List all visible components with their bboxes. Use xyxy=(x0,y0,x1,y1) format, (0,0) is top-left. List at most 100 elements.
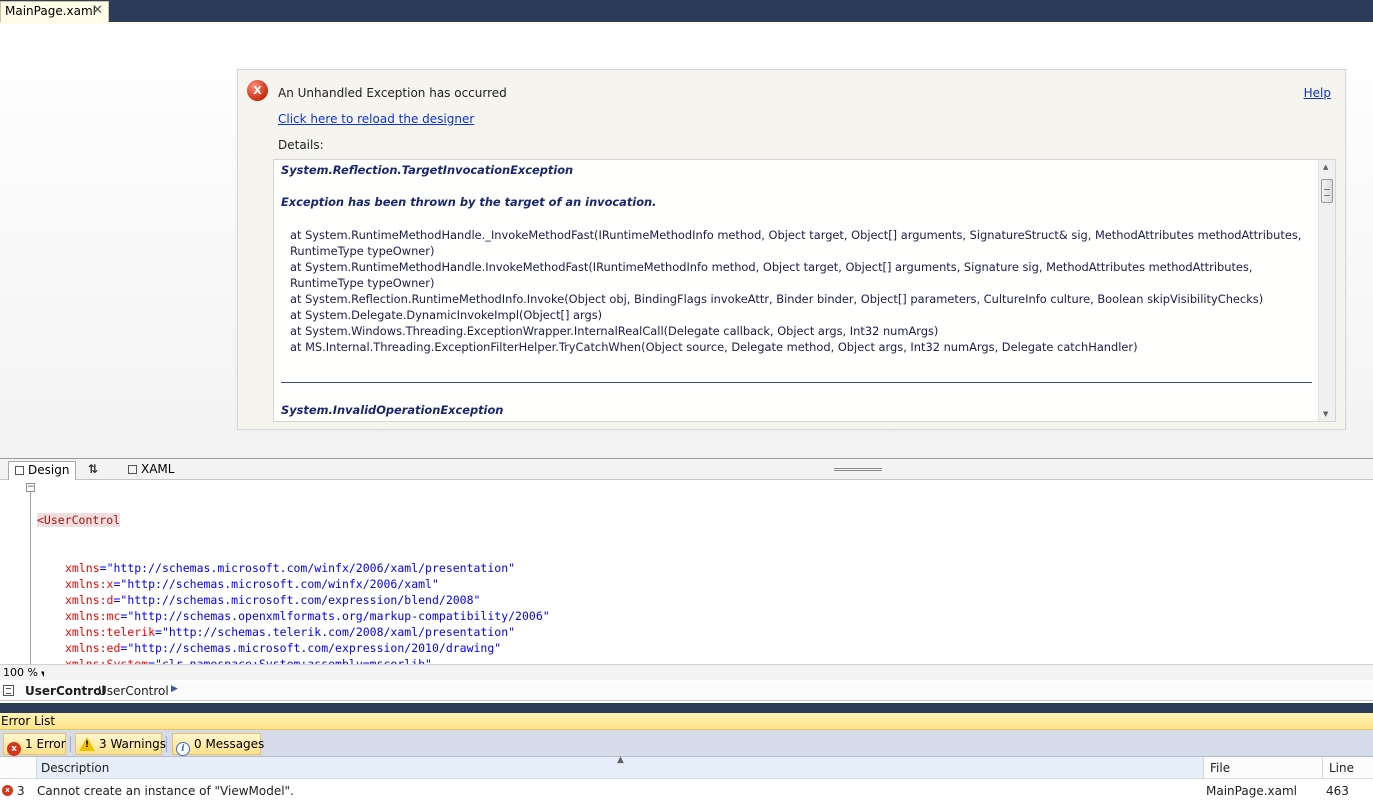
xaml-view-icon xyxy=(128,465,137,474)
stack-trace-line: at System.Windows.Threading.ExceptionWra… xyxy=(290,324,939,338)
column-description[interactable]: ▲ Description xyxy=(36,755,1204,778)
toolbar-separator xyxy=(166,736,167,752)
xaml-equals: = xyxy=(99,561,107,575)
collapse-outline-icon[interactable]: − xyxy=(26,483,35,492)
xaml-attribute-value: "http://schemas.telerik.com/2008/xaml/pr… xyxy=(161,625,516,639)
exception-message: Exception has been thrown by the target … xyxy=(281,195,657,209)
tab-design[interactable]: Design xyxy=(8,461,77,480)
scrollbar-thumb[interactable] xyxy=(1321,179,1333,203)
xaml-attribute-name: xmlns:telerik xyxy=(65,625,156,639)
tab-xaml[interactable]: XAML xyxy=(122,461,180,480)
warnings-filter-button[interactable]: ! 3 Warnings xyxy=(75,733,166,755)
document-tab-strip: MainPage.xaml ✕ xyxy=(0,0,1373,22)
xaml-attribute-name: xmlns:mc xyxy=(65,609,121,623)
document-tab[interactable]: MainPage.xaml ✕ xyxy=(0,1,109,22)
editor-gutter xyxy=(0,480,18,664)
document-outline-icon[interactable] xyxy=(3,685,14,696)
column-description-label: Description xyxy=(41,761,110,775)
error-list-bottom xyxy=(0,802,1373,807)
column-file[interactable]: File xyxy=(1210,761,1230,775)
xaml-code-line: xmlns:d="http://schemas.microsoft.com/ex… xyxy=(37,592,647,608)
editor-zoom-bar: 100 %▼ xyxy=(0,664,1373,680)
toolbar-separator xyxy=(70,736,71,752)
warnings-filter-label: 3 Warnings xyxy=(99,737,167,751)
details-label: Details: xyxy=(278,138,324,152)
design-view-icon xyxy=(15,466,24,475)
xaml-editor[interactable]: − <UserControl xmlns="http://schemas.mic… xyxy=(0,480,1373,664)
editor-horizontal-scrollbar[interactable] xyxy=(44,667,1373,679)
breadcrumb-element[interactable]: UserControl xyxy=(25,684,106,698)
xaml-attribute-value: "http://schemas.microsoft.com/winfx/2006… xyxy=(106,561,516,575)
stack-trace-line: at System.RuntimeMethodHandle.InvokeMeth… xyxy=(290,260,1253,290)
exception-separator xyxy=(281,382,1312,383)
panel-divider[interactable] xyxy=(0,703,1373,713)
breadcrumb-type[interactable]: UserControl xyxy=(98,684,169,698)
details-vertical-scrollbar[interactable]: ▲ ▼ xyxy=(1318,160,1335,421)
unhandled-exception-panel: X An Unhandled Exception has occurred He… xyxy=(237,69,1346,430)
xaml-attribute-name: xmlns:ed xyxy=(65,641,121,655)
xaml-root-tag: <UserControl xyxy=(37,513,121,527)
error-icon: x xyxy=(7,742,21,756)
swap-panes-icon[interactable]: ⇅ xyxy=(88,462,98,476)
sort-ascending-icon: ▲ xyxy=(617,755,624,765)
column-separator[interactable] xyxy=(1322,757,1323,779)
xaml-equals: = xyxy=(155,625,162,639)
xaml-code-line: xmlns:mc="http://schemas.openxmlformats.… xyxy=(37,608,647,624)
error-icon: x xyxy=(2,785,13,796)
design-xaml-split-bar: Design ⇅ XAML xyxy=(0,458,1373,480)
column-line[interactable]: Line xyxy=(1329,761,1354,775)
error-description: Cannot create an instance of "ViewModel"… xyxy=(37,784,294,798)
xaml-code-line: xmlns:telerik="http://schemas.telerik.co… xyxy=(37,624,647,640)
xaml-attribute-value: "http://schemas.microsoft.com/winfx/2006… xyxy=(120,577,439,591)
designer-surface: X An Unhandled Exception has occurred He… xyxy=(0,24,1373,458)
xaml-code: <UserControl xmlns="http://schemas.micro… xyxy=(37,480,647,664)
xaml-attribute-name: xmlns xyxy=(65,561,100,575)
stack-trace-line: at System.RuntimeMethodHandle._InvokeMet… xyxy=(290,228,1302,258)
chevron-right-icon[interactable]: ▶ xyxy=(171,684,178,694)
xaml-attribute-value: "http://schemas.microsoft.com/expression… xyxy=(127,641,502,655)
help-link[interactable]: Help xyxy=(1304,86,1331,100)
xaml-code-line: xmlns:x="http://schemas.microsoft.com/wi… xyxy=(37,576,647,592)
reload-designer-link[interactable]: Click here to reload the designer xyxy=(278,112,474,126)
xaml-attribute-name: xmlns:x xyxy=(65,577,114,591)
close-icon[interactable]: ✕ xyxy=(92,3,103,18)
document-tab-title: MainPage.xaml xyxy=(5,4,96,18)
scroll-down-icon[interactable]: ▼ xyxy=(1323,410,1328,418)
error-list-title: Error List xyxy=(0,713,1373,730)
messages-filter-button[interactable]: i 0 Messages xyxy=(172,733,265,756)
xaml-equals: = xyxy=(148,657,156,664)
xaml-attribute-value: "clr-namespace:System;assembly=mscorlib" xyxy=(155,657,432,664)
xaml-code-line: xmlns:ed="http://schemas.microsoft.com/e… xyxy=(37,640,647,656)
tab-design-label: Design xyxy=(28,463,70,477)
table-row[interactable]: x 3 Cannot create an instance of "ViewMo… xyxy=(0,780,1373,802)
exception-title: An Unhandled Exception has occurred xyxy=(278,86,507,100)
error-line: 463 xyxy=(1326,784,1349,798)
scroll-up-icon[interactable]: ▲ xyxy=(1323,163,1328,171)
stack-trace-line: at System.Reflection.RuntimeMethodInfo.I… xyxy=(290,292,1264,306)
zoom-dropdown[interactable]: 100 %▼ xyxy=(3,666,46,679)
stack-trace-line: at System.Delegate.DynamicInvokeImpl(Obj… xyxy=(290,308,603,322)
breadcrumb: UserControl UserControl ▶ xyxy=(0,681,1373,701)
inner-exception-type: System.InvalidOperationException xyxy=(281,403,504,417)
exception-details-box[interactable]: System.Reflection.TargetInvocationExcept… xyxy=(273,159,1336,422)
warning-icon: ! xyxy=(79,737,95,751)
splitter-grip[interactable] xyxy=(834,468,882,471)
xaml-attribute-value: "http://schemas.openxmlformats.org/marku… xyxy=(127,609,550,623)
exception-type: System.Reflection.TargetInvocationExcept… xyxy=(281,163,574,177)
error-number: 3 xyxy=(17,784,25,798)
error-icon: X xyxy=(247,80,268,101)
tab-xaml-label: XAML xyxy=(141,462,175,476)
error-list-column-header: ▲ Description File Line xyxy=(0,755,1373,779)
xaml-attribute-value: "http://schemas.microsoft.com/expression… xyxy=(120,593,481,607)
xaml-attribute-name: xmlns:d xyxy=(65,593,114,607)
xaml-attribute-name: xmlns:System xyxy=(65,657,149,664)
outline-line xyxy=(30,492,31,664)
errors-filter-button[interactable]: x 1 Error xyxy=(3,733,66,756)
error-list-toolbar: x 1 Error ! 3 Warnings i 0 Messages xyxy=(0,730,1373,757)
errors-filter-label: 1 Error xyxy=(25,737,66,751)
xaml-code-line: xmlns="http://schemas.microsoft.com/winf… xyxy=(37,560,647,576)
messages-filter-label: 0 Messages xyxy=(194,737,265,751)
xaml-code-line: xmlns:System="clr-namespace:System;assem… xyxy=(37,656,647,664)
info-icon: i xyxy=(176,742,190,756)
stack-trace-line: at MS.Internal.Threading.ExceptionFilter… xyxy=(290,340,1138,354)
